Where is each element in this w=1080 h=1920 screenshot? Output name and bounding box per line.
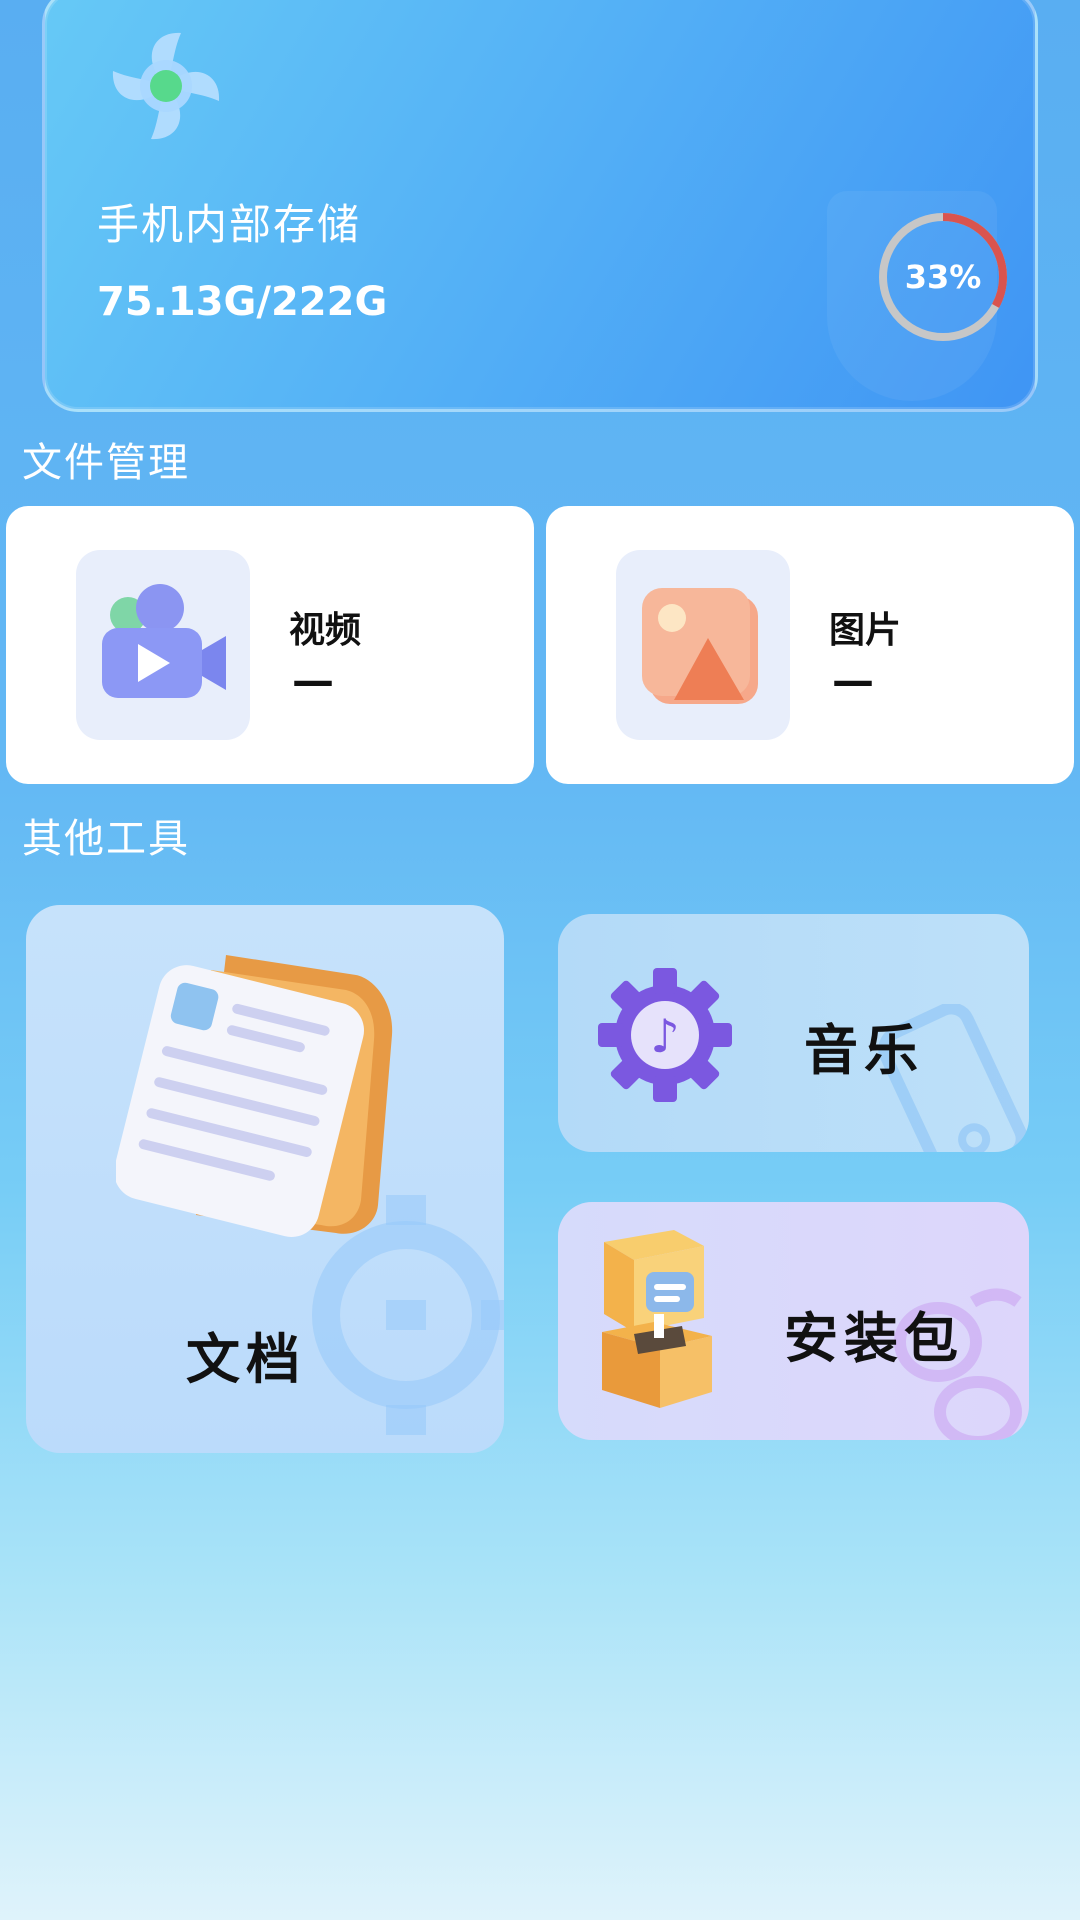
fan-icon — [112, 32, 220, 140]
tool-card-document[interactable]: 文档 — [26, 905, 504, 1453]
svg-text:♪: ♪ — [650, 1009, 679, 1063]
file-count-video: — — [292, 656, 334, 705]
storage-percent-label: 33% — [904, 258, 982, 296]
video-camera-icon — [76, 550, 250, 740]
package-box-icon — [602, 1230, 712, 1408]
tool-label-music: 音乐 — [804, 1019, 924, 1082]
file-label-image: 图片 — [829, 610, 902, 651]
file-card-video[interactable]: 视频 — — [6, 506, 534, 784]
file-card-image[interactable]: 图片 — — [546, 506, 1074, 784]
tool-label-package: 安装包 — [784, 1307, 964, 1370]
music-gear-icon: ♪ — [598, 968, 732, 1102]
section-title-other-tools: 其他工具 — [22, 816, 190, 862]
storage-card[interactable]: 手机内部存储 75.13G/222G 33% — [42, 0, 1038, 412]
tool-label-document: 文档 — [186, 1328, 306, 1391]
file-count-image: — — [832, 656, 874, 705]
document-icon — [116, 955, 393, 1237]
storage-size: 75.13G/222G — [97, 279, 388, 325]
image-icon — [616, 550, 790, 740]
storage-title: 手机内部存储 — [97, 200, 362, 249]
tool-card-music[interactable]: ♪ 音乐 — [558, 914, 1029, 1152]
section-title-file-management: 文件管理 — [22, 440, 190, 486]
tool-card-package[interactable]: 安装包 — [558, 1202, 1029, 1440]
file-label-video: 视频 — [289, 610, 362, 651]
